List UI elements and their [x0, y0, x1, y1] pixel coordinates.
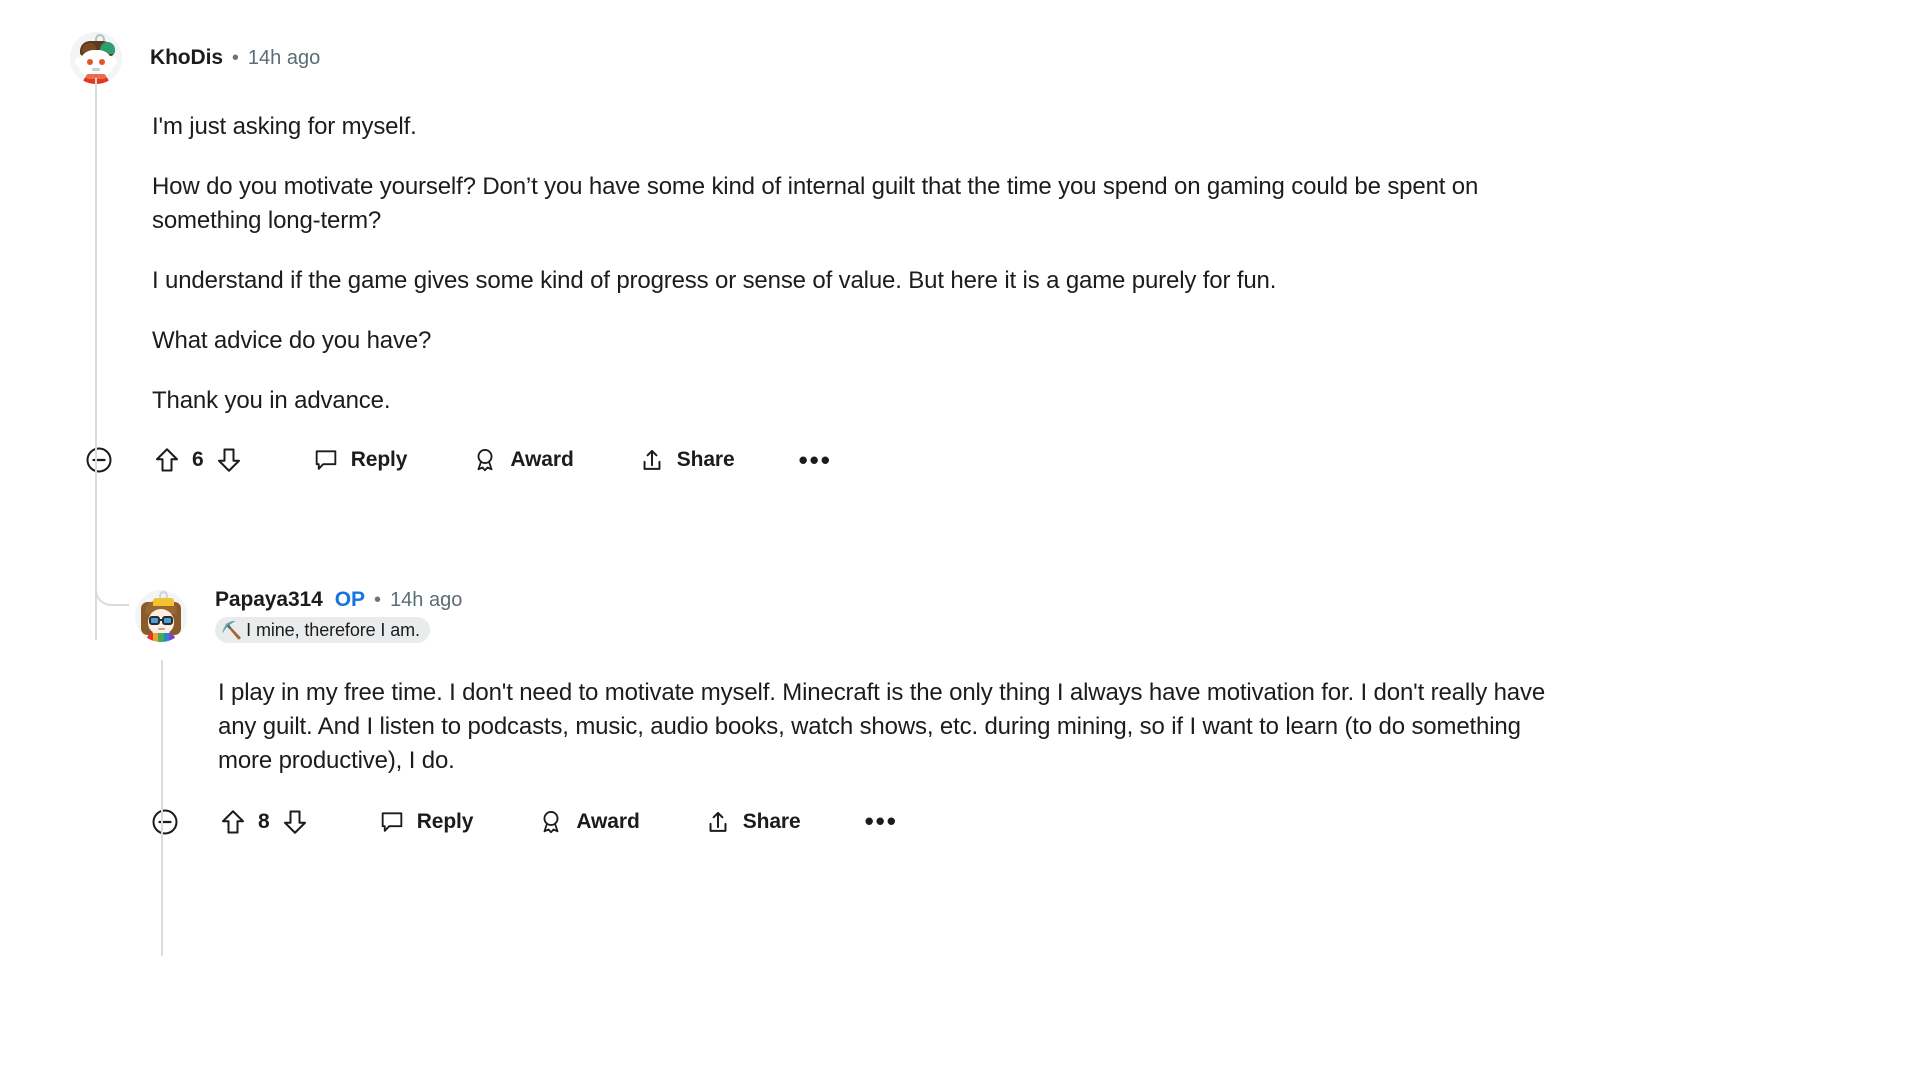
share-arrow-icon	[643, 450, 661, 471]
share-label: Share	[676, 448, 735, 472]
award-ribbon-icon	[477, 449, 493, 472]
award-label: Award	[576, 810, 640, 834]
ellipsis-icon: •••	[864, 806, 898, 837]
comment-header: KhoDis • 14h ago	[70, 32, 1870, 84]
upvote-arrow-icon	[156, 448, 178, 472]
comment-byline: KhoDis • 14h ago	[150, 46, 320, 70]
mouth-shape	[158, 628, 165, 630]
rainbow-shirt-shape	[147, 633, 175, 642]
byline-separator: •	[231, 46, 239, 69]
collapse-button[interactable]	[150, 807, 180, 837]
ellipsis-icon: •••	[798, 444, 832, 475]
comment-paragraph: Thank you in advance.	[152, 387, 391, 415]
reddit-comment-thread: KhoDis • 14h ago I'm just asking for mys…	[0, 0, 1920, 1080]
eye-left-shape	[87, 59, 93, 65]
vote-count: 8	[258, 810, 270, 834]
comment-header: Papaya314 OP • 14h ago ⛏️ I mine, theref…	[135, 588, 1870, 646]
downvote-button[interactable]	[214, 445, 244, 475]
comment-timestamp: 14h ago	[390, 588, 463, 611]
more-options-button[interactable]: •••	[798, 444, 832, 475]
comment-khodis: KhoDis • 14h ago I'm just asking for mys…	[70, 32, 1870, 640]
share-arrow-icon	[709, 812, 727, 833]
collapse-button[interactable]	[84, 445, 114, 475]
downvote-button[interactable]	[280, 807, 310, 837]
upvote-button[interactable]	[152, 445, 182, 475]
comment-action-bar: 6 Reply Award Share •••	[84, 440, 1870, 480]
comment-action-bar: 8 Reply Award Share •••	[150, 802, 1870, 842]
comment-timestamp: 14h ago	[247, 46, 321, 69]
thread-line[interactable]	[95, 78, 97, 640]
pickaxe-emoji: ⛏️	[221, 620, 243, 640]
comment-bubble-icon	[381, 812, 402, 833]
comment-author[interactable]: Papaya314	[215, 588, 323, 612]
snoo-avatar-khodis[interactable]	[70, 32, 122, 84]
thread-line[interactable]	[161, 660, 163, 956]
vote-group: 8	[218, 807, 310, 837]
reply-button[interactable]: Reply	[312, 446, 408, 474]
share-button[interactable]: Share	[638, 446, 735, 474]
snoo-avatar-papaya314[interactable]	[135, 590, 187, 642]
reply-label: Reply	[350, 448, 408, 472]
mouth-shape	[92, 68, 100, 71]
minus-circle-icon	[152, 809, 178, 835]
share-label: Share	[742, 810, 801, 834]
comment-paragraph: I understand if the game gives some kind…	[152, 267, 1277, 295]
comment-author[interactable]: KhoDis	[150, 46, 223, 70]
award-button[interactable]: Award	[537, 808, 640, 836]
comment-bubble-icon	[315, 450, 336, 471]
comment-text: I'm just asking for myself. How do you m…	[152, 110, 1870, 418]
byline-separator: •	[374, 588, 382, 611]
comment-paragraph: I'm just asking for myself.	[152, 113, 417, 140]
comment-byline: Papaya314 OP • 14h ago ⛏️ I mine, theref…	[215, 588, 462, 643]
thread-elbow-connector	[95, 572, 129, 606]
user-flair[interactable]: ⛏️ I mine, therefore I am.	[215, 617, 430, 643]
comment-paragraph: I play in my free time. I don't need to …	[218, 679, 1546, 775]
comment-body-wrap: I play in my free time. I don't need to …	[70, 646, 1870, 956]
flair-text: I mine, therefore I am.	[246, 619, 420, 640]
upvote-button[interactable]	[218, 807, 248, 837]
reply-label: Reply	[416, 810, 474, 834]
eye-right-shape	[99, 59, 105, 65]
comment-body-wrap: I'm just asking for myself. How do you m…	[70, 78, 1870, 640]
op-badge: OP	[334, 588, 366, 611]
crown-shape	[153, 598, 174, 606]
comment-papaya314: Papaya314 OP • 14h ago ⛏️ I mine, theref…	[70, 572, 1870, 956]
downvote-arrow-icon	[217, 448, 240, 473]
vote-group: 6	[152, 445, 244, 475]
ear-right-shape	[108, 57, 117, 66]
comment-paragraph: How do you motivate yourself? Don’t you …	[152, 173, 1479, 235]
award-button[interactable]: Award	[471, 446, 574, 474]
share-button[interactable]: Share	[704, 808, 801, 836]
comment-paragraph: What advice do you have?	[152, 327, 432, 355]
vote-count: 6	[192, 448, 204, 472]
ear-left-shape	[75, 57, 84, 66]
award-label: Award	[510, 448, 574, 472]
more-options-button[interactable]: •••	[864, 806, 898, 837]
minus-circle-icon	[86, 447, 112, 473]
upvote-arrow-icon	[222, 810, 244, 834]
award-ribbon-icon	[543, 811, 559, 834]
downvote-arrow-icon	[283, 810, 306, 834]
comment-text: I play in my free time. I don't need to …	[218, 676, 1548, 778]
reply-button[interactable]: Reply	[378, 808, 474, 836]
glasses-bridge-shape	[159, 619, 164, 621]
